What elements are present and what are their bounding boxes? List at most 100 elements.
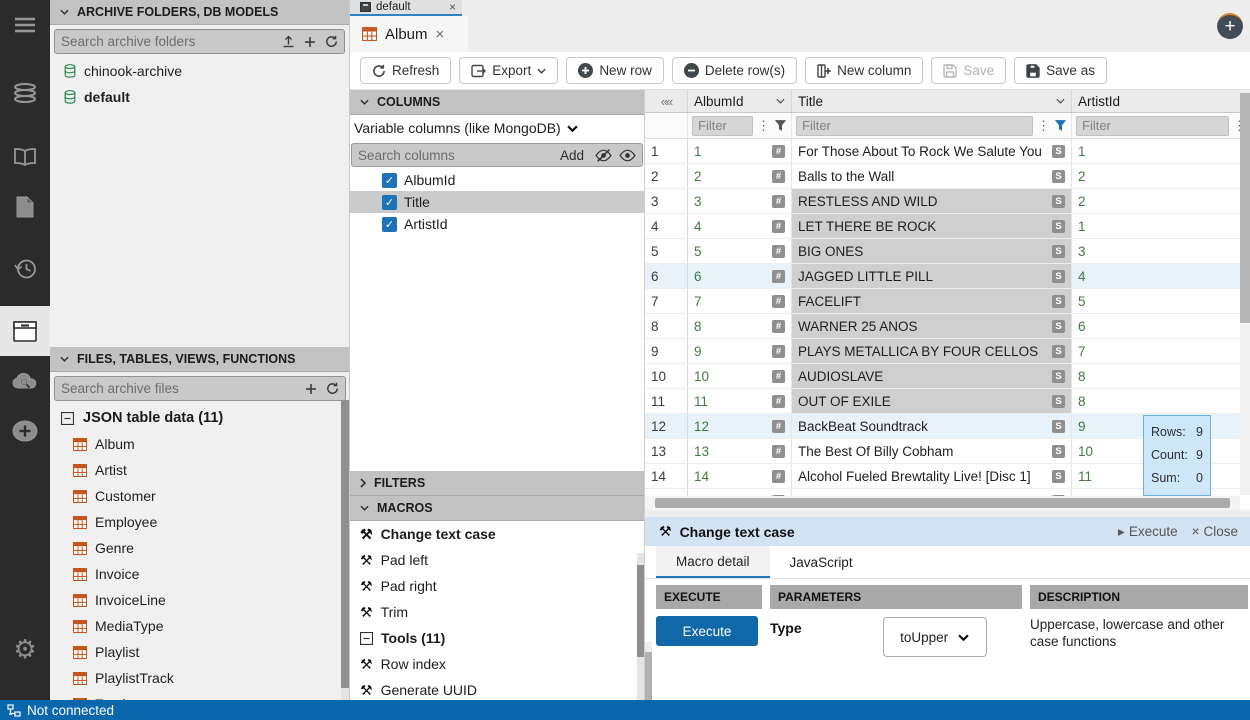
cell-albumid[interactable]: 11 # [688, 389, 792, 413]
filter-input-title[interactable]: Filter [796, 116, 1033, 136]
cell-artistid[interactable]: 1 [1072, 214, 1250, 238]
filter-input-albumid[interactable]: Filter [692, 116, 753, 136]
table-row[interactable]: 9 9 # PLAYS METALLICA BY FOUR CELLOS S 7 [645, 339, 1250, 364]
tab-javascript[interactable]: JavaScript [770, 546, 873, 578]
cell-title[interactable]: PLAYS METALLICA BY FOUR CELLOS S [792, 339, 1072, 363]
funnel-filter-active-icon[interactable] [1054, 119, 1067, 132]
cell-albumid[interactable]: 2 # [688, 164, 792, 188]
close-action[interactable]: × Close [1192, 524, 1238, 539]
table-item[interactable]: Artist [50, 457, 350, 483]
type-select[interactable]: toUpper [883, 617, 987, 657]
cell-albumid[interactable]: 13 # [688, 439, 792, 463]
cell-artistid[interactable]: 2 [1072, 189, 1250, 213]
chevron-down-icon[interactable] [776, 98, 785, 104]
chevron-down-icon[interactable] [1056, 98, 1065, 104]
cell-artistid[interactable]: 1 [1072, 139, 1250, 163]
history-icon[interactable] [0, 244, 50, 294]
cell-title[interactable]: WARNER 25 ANOS S [792, 314, 1072, 338]
save-button[interactable]: Save [931, 57, 1006, 84]
macros-scrollbar[interactable] [637, 553, 645, 700]
archive-folder-item[interactable]: default [50, 84, 349, 110]
cell-artistid[interactable]: 4 [1072, 264, 1250, 288]
column-header-title[interactable]: Title [792, 90, 1072, 112]
cell-title[interactable]: LET THERE BE ROCK S [792, 214, 1072, 238]
save-as-button[interactable]: Save as [1014, 57, 1107, 84]
plus-icon[interactable] [304, 36, 316, 48]
checkbox-checked-icon[interactable]: ✓ [382, 173, 397, 188]
table-item[interactable]: Customer [50, 483, 350, 509]
macro-item[interactable]: ⚒ Tools (11) [350, 625, 644, 651]
checkbox-checked-icon[interactable]: ✓ [382, 195, 397, 210]
checkbox-checked-icon[interactable]: ✓ [382, 217, 397, 232]
new-row-button[interactable]: New row [566, 57, 664, 84]
upload-icon[interactable] [282, 35, 295, 48]
cell-artistid[interactable]: 5 [1072, 289, 1250, 313]
search-archive-folders-input[interactable]: Search archive folders [54, 29, 345, 54]
book-icon[interactable] [0, 132, 50, 182]
cell-title[interactable]: JAGGED LITTLE PILL S [792, 264, 1072, 288]
settings-gear-icon[interactable]: ⚙ [0, 634, 50, 665]
cell-albumid[interactable]: 3 # [688, 189, 792, 213]
table-item[interactable]: Genre [50, 535, 350, 561]
table-item[interactable]: PlaylistTrack [50, 665, 350, 691]
archive-folder-item[interactable]: chinook-archive [50, 58, 349, 84]
close-icon[interactable]: × [449, 0, 456, 14]
cell-albumid[interactable]: 14 # [688, 464, 792, 488]
tab-default-archive[interactable]: default × [350, 0, 462, 16]
collapse-left-icon[interactable]: «« [645, 90, 688, 112]
table-item[interactable]: Invoice [50, 561, 350, 587]
cell-albumid[interactable]: 5 # [688, 239, 792, 263]
connection-status-text[interactable]: Not connected [27, 703, 114, 718]
cell-albumid[interactable]: 12 # [688, 414, 792, 438]
cell-artistid[interactable]: 8 [1072, 364, 1250, 388]
table-item[interactable]: Employee [50, 509, 350, 535]
add-connection-button[interactable]: + [1217, 13, 1243, 39]
table-item[interactable]: InvoiceLine [50, 587, 350, 613]
cloud-search-icon[interactable] [0, 356, 50, 406]
export-button[interactable]: Export [459, 57, 558, 84]
cell-albumid[interactable]: 1 # [688, 139, 792, 163]
cell-artistid[interactable]: 6 [1072, 314, 1250, 338]
table-row[interactable]: 3 3 # RESTLESS AND WILD S 2 [645, 189, 1250, 214]
table-row[interactable]: 7 7 # FACELIFT S 5 [645, 289, 1250, 314]
macro-item[interactable]: ⚒ Row index [350, 651, 644, 677]
search-columns-input[interactable]: Search columns Add [351, 143, 643, 167]
eye-off-icon[interactable] [595, 149, 612, 162]
file-icon[interactable] [0, 182, 50, 232]
close-icon[interactable]: × [436, 26, 445, 43]
tab-macro-detail[interactable]: Macro detail [656, 546, 770, 578]
macro-item[interactable]: ⚒ Generate UUID [350, 677, 644, 700]
kebab-menu-icon[interactable]: ⋮ [1037, 118, 1050, 134]
cell-title[interactable]: For Those About To Rock We Salute You S [792, 139, 1072, 163]
json-table-data-group[interactable]: JSON table data (11) [50, 405, 350, 431]
filters-header[interactable]: FILTERS [350, 471, 644, 496]
macro-item[interactable]: ⚒ Trim [350, 599, 644, 625]
table-row[interactable]: 2 2 # Balls to the Wall S 2 [645, 164, 1250, 189]
grid-vertical-scrollbar[interactable] [1240, 90, 1250, 495]
macros-header[interactable]: MACROS [350, 496, 644, 521]
plus-icon[interactable] [305, 383, 317, 395]
cell-title[interactable]: AUDIOSLAVE S [792, 364, 1072, 388]
table-row[interactable]: 10 10 # AUDIOSLAVE S 8 [645, 364, 1250, 389]
cell-artistid[interactable]: 3 [1072, 239, 1250, 263]
column-item[interactable]: ✓ ArtistId [350, 213, 644, 235]
menu-hamburger-icon[interactable] [0, 0, 50, 50]
cell-title[interactable]: OUT OF EXILE S [792, 389, 1072, 413]
search-archive-files-input[interactable]: Search archive files [54, 376, 346, 401]
table-row[interactable]: 5 5 # BIG ONES S 3 [645, 239, 1250, 264]
macro-item[interactable]: ⚒ Pad left [350, 547, 644, 573]
cell-albumid[interactable]: 7 # [688, 289, 792, 313]
execute-action[interactable]: ▸ Execute [1118, 524, 1178, 540]
new-column-button[interactable]: New column [805, 57, 923, 84]
cell-title[interactable]: BIG ONES S [792, 239, 1072, 263]
cell-albumid[interactable]: 4 # [688, 214, 792, 238]
column-header-albumid[interactable]: AlbumId [688, 90, 792, 112]
cell-title[interactable]: The Best Of Billy Cobham S [792, 439, 1072, 463]
funnel-filter-icon[interactable] [774, 119, 787, 132]
cell-artistid[interactable]: 8 [1072, 389, 1250, 413]
cell-artistid[interactable]: 2 [1072, 164, 1250, 188]
archive-icon-active[interactable] [0, 306, 50, 356]
table-row[interactable]: 1 1 # For Those About To Rock We Salute … [645, 139, 1250, 164]
variable-columns-toggle[interactable]: Variable columns (like MongoDB) [350, 115, 644, 141]
column-header-artistid[interactable]: ArtistId [1072, 90, 1250, 112]
